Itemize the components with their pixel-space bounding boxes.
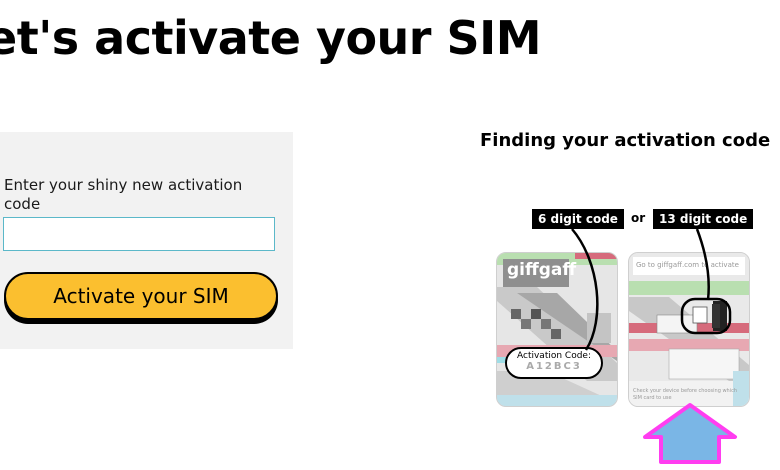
giffgaff-logo: giffgaff bbox=[507, 260, 577, 280]
sim-card-back-illustration: Go to giffgaff.com to activate Check you… bbox=[628, 252, 750, 407]
activate-sim-button[interactable]: Activate your SIM bbox=[4, 272, 278, 320]
device-check-hint: Check your device before choosing which … bbox=[633, 388, 738, 401]
activation-code-input[interactable] bbox=[3, 217, 275, 251]
help-title: Finding your activation code bbox=[480, 130, 771, 151]
activation-code-caption: Activation Code: bbox=[517, 351, 591, 361]
sim-card-back-art bbox=[629, 253, 749, 406]
activation-code-sample: A12BC3 bbox=[526, 361, 582, 372]
sim-card-front-illustration: giffgaff bbox=[496, 252, 618, 407]
activate-url-hint: Go to giffgaff.com to activate bbox=[636, 261, 739, 269]
or-label: or bbox=[631, 211, 646, 225]
activation-code-callout: Activation Code: A12BC3 bbox=[505, 347, 603, 379]
page-title: et's activate your SIM bbox=[0, 11, 542, 65]
thirteen-digit-code-tag: 13 digit code bbox=[653, 209, 754, 229]
up-arrow-icon bbox=[643, 403, 737, 464]
activation-code-label: Enter your shiny new activation code bbox=[4, 176, 243, 213]
six-digit-code-tag: 6 digit code bbox=[532, 209, 624, 229]
activation-form-panel: Enter your shiny new activation code Act… bbox=[0, 132, 293, 349]
